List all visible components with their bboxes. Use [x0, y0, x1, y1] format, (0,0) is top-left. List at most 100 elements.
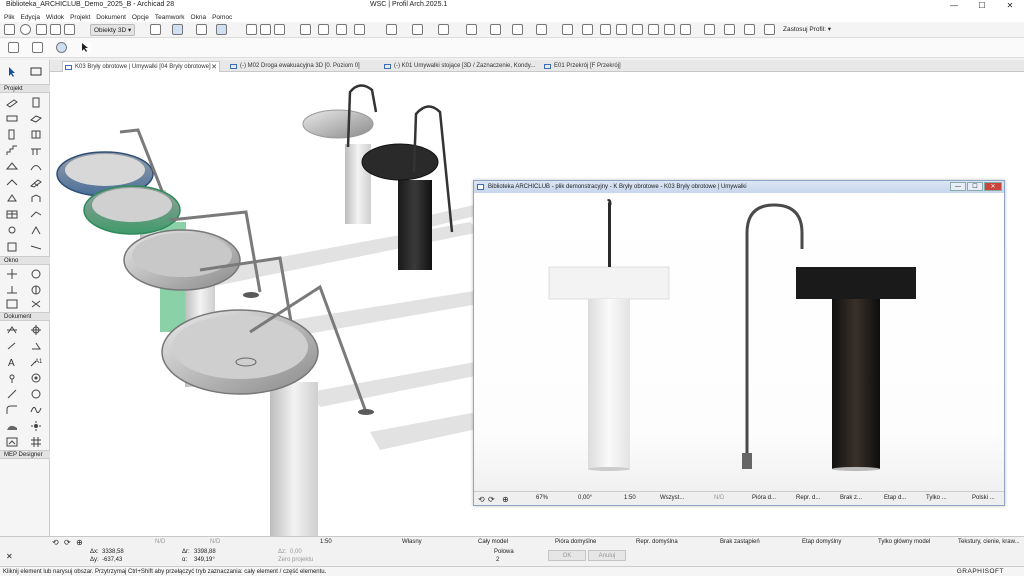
- view-filter-select[interactable]: Obiekty 3D ▾: [90, 24, 136, 36]
- marquee-icon[interactable]: [8, 42, 19, 53]
- mirror-icon[interactable]: [664, 24, 675, 35]
- magnet-icon[interactable]: [246, 24, 257, 35]
- shape-tool-icon[interactable]: [30, 225, 42, 236]
- model-view[interactable]: Repr. d...: [796, 495, 820, 501]
- zoom-icon[interactable]: ⊕: [76, 538, 83, 547]
- menu-opcje[interactable]: Opcje: [132, 14, 149, 21]
- scale-value[interactable]: 1:50: [320, 539, 332, 545]
- explode-icon[interactable]: [354, 24, 365, 35]
- snap-icon[interactable]: [196, 24, 207, 35]
- dy-value[interactable]: -637,43: [102, 557, 122, 563]
- print-icon[interactable]: [648, 24, 659, 35]
- maximize-button[interactable]: ☐: [968, 0, 996, 12]
- zoom-icon[interactable]: ⊕: [502, 495, 509, 504]
- offset-icon[interactable]: [704, 24, 715, 35]
- hotspot-tool-icon[interactable]: [6, 372, 18, 383]
- close-icon[interactable]: ✕: [6, 552, 13, 561]
- object-tool-icon[interactable]: [30, 193, 42, 204]
- menu-pomoc[interactable]: Pomoc: [212, 14, 232, 21]
- line-weight-icon[interactable]: [536, 24, 547, 35]
- window-tool-icon[interactable]: [30, 129, 42, 140]
- curtain-wall-tool-icon[interactable]: [30, 177, 42, 188]
- angle-value[interactable]: 349,19°: [194, 557, 215, 563]
- pens-value[interactable]: Pióra domyślne: [555, 539, 596, 545]
- grid-icon[interactable]: [150, 24, 161, 35]
- panel-tool-icon[interactable]: [6, 241, 18, 252]
- slab-tool-icon[interactable]: [30, 113, 42, 124]
- renovation-filter[interactable]: Etap d...: [884, 495, 906, 501]
- tab-k01[interactable]: (-) K01 Umywalki stojące [3D / Zaznaczen…: [382, 61, 547, 72]
- rotation-value[interactable]: 0,00°: [578, 495, 592, 501]
- rect-select-icon[interactable]: [32, 42, 43, 53]
- half-label[interactable]: Połowa: [494, 549, 514, 555]
- star-icon[interactable]: [582, 24, 593, 35]
- section-tool-icon[interactable]: [6, 268, 18, 279]
- rotate-select-icon[interactable]: [56, 42, 67, 53]
- angle-dimension-tool-icon[interactable]: [30, 340, 42, 351]
- menu-projekt[interactable]: Projekt: [70, 14, 90, 21]
- figure-tool-icon[interactable]: [30, 372, 42, 383]
- level-dimension-tool-icon[interactable]: [30, 324, 42, 335]
- arc-tool-icon[interactable]: [30, 388, 42, 399]
- cloud-icon[interactable]: [764, 24, 775, 35]
- publish-icon[interactable]: [386, 24, 397, 35]
- undo-icon[interactable]: ⟲: [52, 538, 59, 547]
- library-icon[interactable]: [600, 24, 611, 35]
- skylight-tool-icon[interactable]: [6, 177, 18, 188]
- override[interactable]: Brak z...: [840, 495, 862, 501]
- teamwork-icon[interactable]: [438, 24, 449, 35]
- section-dokument[interactable]: Dokument: [0, 312, 50, 321]
- floating-window-title[interactable]: Biblioteka ARCHICLUB - plik demonstracyj…: [474, 181, 1004, 193]
- tab-k03[interactable]: K03 Bryły obrotowe | Umywalki [04 Bryły …: [62, 61, 220, 72]
- interior-elevation-tool-icon[interactable]: [6, 284, 18, 295]
- rail-tool-icon[interactable]: [30, 241, 42, 252]
- undo-icon[interactable]: ⟲: [478, 495, 485, 504]
- project-zero[interactable]: Zero projektu: [278, 557, 313, 563]
- arrow-tool-icon[interactable]: [6, 66, 18, 77]
- pen-sets-icon[interactable]: [412, 24, 423, 35]
- layout-icon[interactable]: [632, 24, 643, 35]
- shading-icon[interactable]: [512, 24, 523, 35]
- pointer-icon[interactable]: [80, 42, 91, 53]
- repr-value[interactable]: Repr. domyślna: [636, 539, 678, 545]
- model-value[interactable]: Cały model: [478, 539, 508, 545]
- dimension-tool-icon[interactable]: [6, 324, 18, 335]
- dimension-icon[interactable]: [260, 24, 271, 35]
- graphic-override-icon[interactable]: [466, 24, 477, 35]
- drawing-tool-icon[interactable]: [6, 436, 18, 447]
- polyline-tool-icon[interactable]: [6, 404, 18, 415]
- floating-3d-window[interactable]: Biblioteka ARCHICLUB - plik demonstracyj…: [473, 180, 1005, 506]
- zoom-level[interactable]: 67%: [536, 495, 548, 501]
- change-tool-icon[interactable]: [30, 298, 42, 309]
- wall-tool-icon[interactable]: [6, 97, 18, 108]
- language[interactable]: Polski ...: [972, 495, 995, 501]
- section-okno[interactable]: Okno: [0, 256, 50, 265]
- section-projekt[interactable]: Projekt: [0, 84, 50, 93]
- roof-tool-icon[interactable]: [5, 161, 19, 172]
- door-tool-icon[interactable]: [6, 129, 18, 140]
- selection-tool-icon[interactable]: [172, 24, 183, 35]
- dx-value[interactable]: 3338,58: [102, 549, 124, 555]
- sun-tool-icon[interactable]: [30, 420, 42, 431]
- menu-teamwork[interactable]: Teamwork: [155, 14, 185, 21]
- eyedropper-icon[interactable]: [36, 24, 47, 35]
- view-3d-icon[interactable]: [300, 24, 311, 35]
- minimize-button[interactable]: —: [940, 0, 968, 12]
- cancel-button[interactable]: Anuluj: [588, 550, 626, 561]
- tab-close-icon[interactable]: ✕: [211, 62, 217, 72]
- zone-tool-icon[interactable]: [6, 209, 18, 220]
- menu-dokument[interactable]: Dokument: [96, 14, 126, 21]
- lamp-tool-icon[interactable]: [6, 225, 18, 236]
- split-icon[interactable]: [744, 24, 755, 35]
- line-tool-icon[interactable]: [6, 388, 18, 399]
- main-model-value[interactable]: Tylko główny model: [878, 539, 930, 545]
- redo-icon[interactable]: ⟳: [64, 538, 71, 547]
- label-tool-icon[interactable]: A1: [30, 356, 43, 367]
- radial-dimension-tool-icon[interactable]: [6, 340, 18, 351]
- renovation-icon[interactable]: [490, 24, 501, 35]
- close-button[interactable]: ✕: [996, 0, 1024, 12]
- elevation-tool-icon[interactable]: [30, 268, 42, 279]
- structure-value[interactable]: Własny: [402, 539, 422, 545]
- mesh-tool-icon[interactable]: [30, 209, 42, 220]
- home-icon[interactable]: [4, 24, 15, 35]
